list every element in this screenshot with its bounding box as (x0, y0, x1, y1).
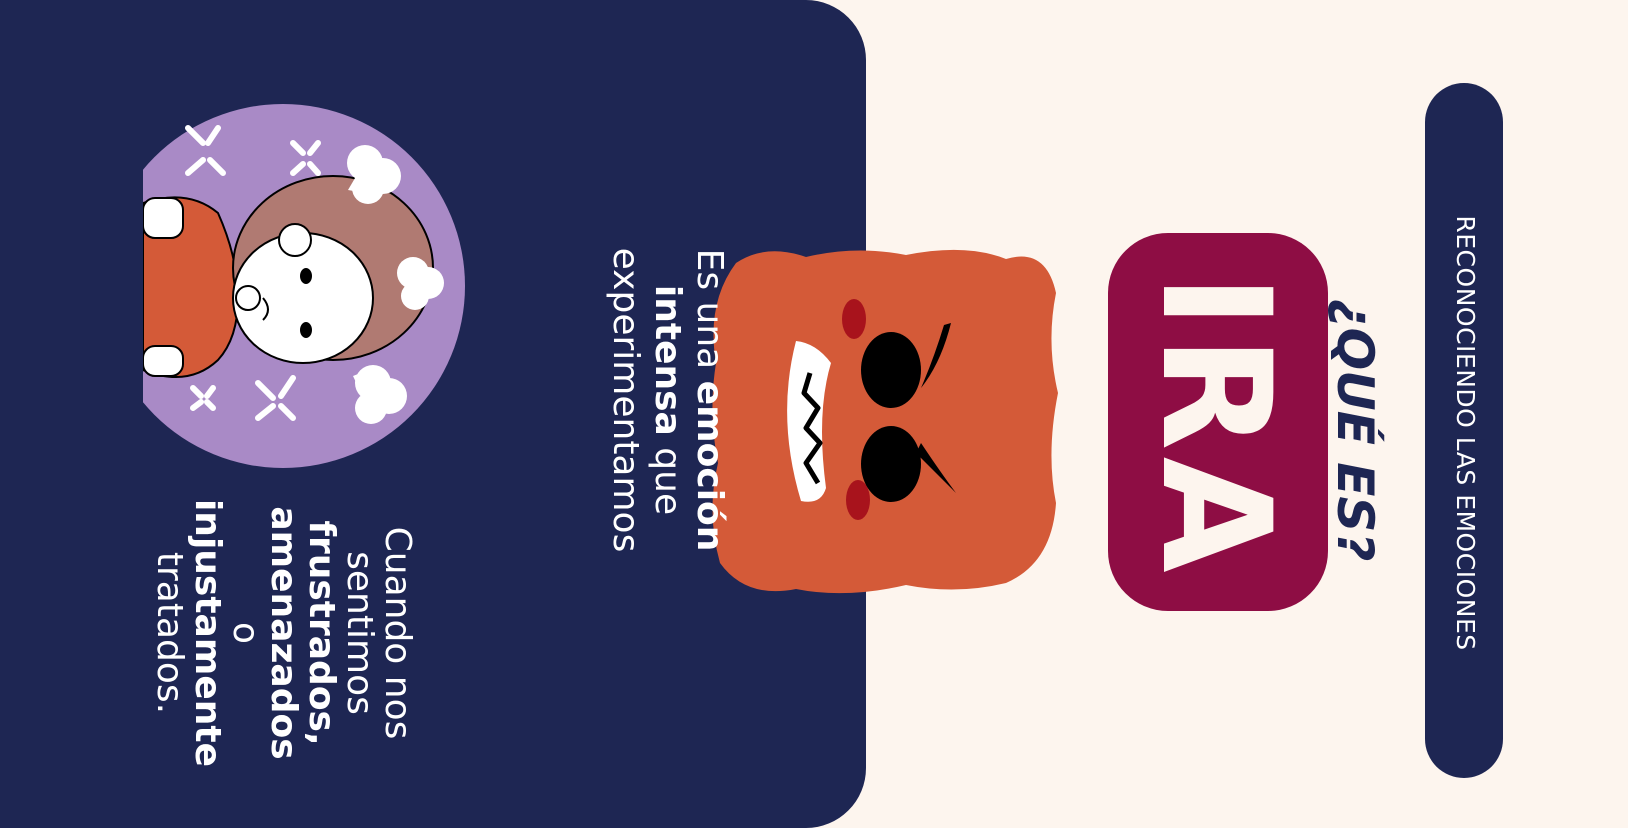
question-title: ¿QUÉ ES? (1326, 298, 1384, 562)
description-text: Cuando nos sentimos (339, 526, 418, 740)
description-highlight: injustamente (187, 498, 228, 768)
angry-monster-icon (712, 249, 1058, 594)
description-intro: Es una emoción intensa que experimentamo… (580, 190, 730, 610)
angry-girl-icon (143, 104, 465, 468)
emotion-name: IRA (1128, 273, 1302, 579)
description-cause: Cuando nos sentimos frustrados, amenazad… (146, 493, 418, 773)
description-highlight: frustrados, amenazados (263, 506, 342, 760)
description-text: o (225, 621, 266, 645)
description-text: Es una (689, 248, 730, 381)
header-pill-label: RECONOCIENDO LAS EMOCIONES (1451, 215, 1480, 651)
description-text: tratados. (149, 551, 190, 715)
